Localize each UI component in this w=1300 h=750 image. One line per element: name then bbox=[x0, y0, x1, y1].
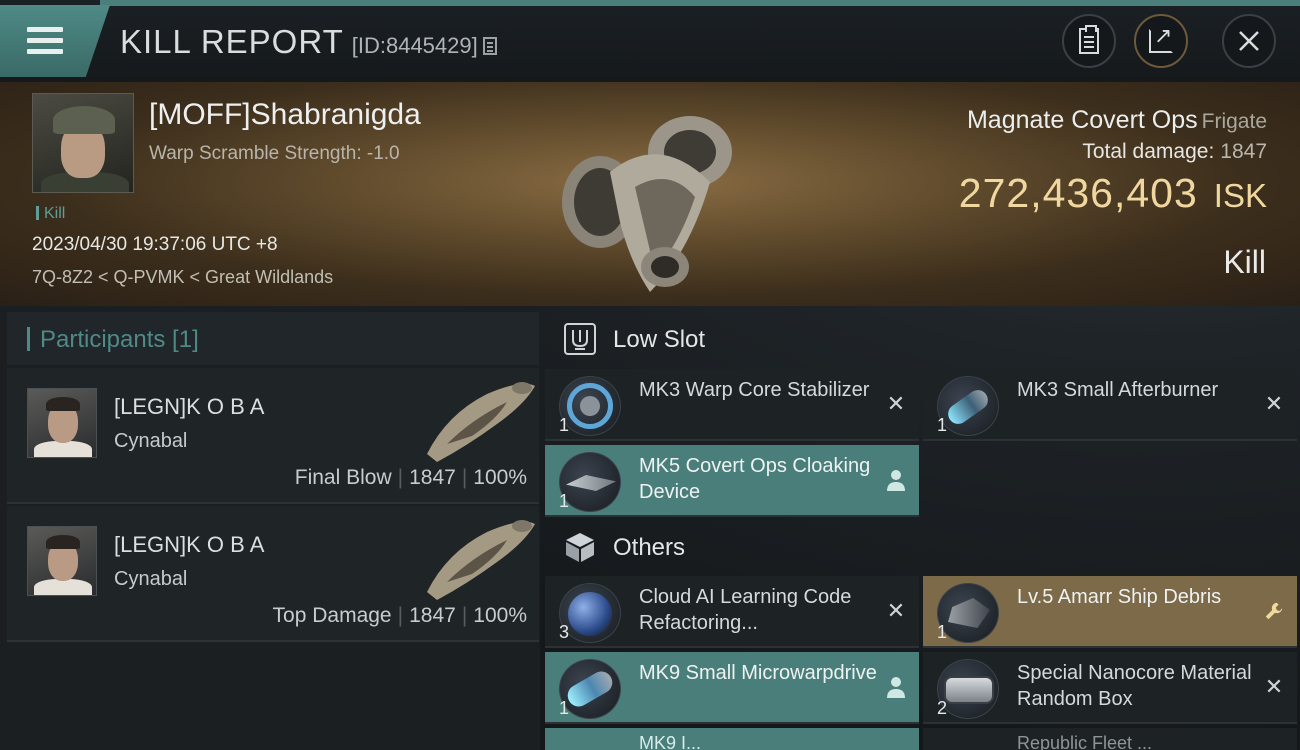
participant-card[interactable]: [LEGN]K O B A Cynabal Final Blow | 1847 | 10… bbox=[7, 368, 539, 504]
item-name: MK9 Small Microwarpdrive bbox=[639, 662, 877, 684]
menu-icon bbox=[27, 27, 63, 55]
ship-name-text: Magnate Covert Ops bbox=[966, 106, 1198, 134]
participant-stats: Final Blow | 1847 | 100% bbox=[294, 466, 527, 489]
share-icon bbox=[1149, 23, 1173, 53]
cube-icon bbox=[566, 533, 594, 562]
participant-percent: 100% bbox=[473, 466, 527, 489]
header-accent-line bbox=[100, 0, 1300, 6]
item-name: MK9 I... bbox=[639, 733, 702, 750]
kill-location[interactable]: 7Q-8Z2 < Q-PVMK < Great Wildlands bbox=[32, 267, 333, 288]
close-icon bbox=[1239, 31, 1259, 51]
item-slot[interactable]: 1 MK5 Covert Ops Cloaking Device bbox=[545, 445, 919, 517]
item-slot[interactable]: 1 MK9 Small Microwarpdrive bbox=[545, 652, 919, 724]
item-qty: 1 bbox=[937, 622, 948, 642]
participant-name: [LEGN]K O B A bbox=[114, 394, 265, 419]
participant-ship-image bbox=[427, 382, 535, 462]
low-slot-header: Low Slot bbox=[545, 312, 1300, 367]
clipboard-icon bbox=[1079, 25, 1099, 54]
wrench-icon bbox=[1265, 602, 1283, 620]
participants-label: Participants [1] bbox=[27, 326, 199, 354]
participant-ship: Cynabal bbox=[114, 430, 188, 452]
kill-result: Kill bbox=[1223, 244, 1266, 280]
item-qty: 1 bbox=[559, 698, 570, 718]
total-damage-label: Total damage: bbox=[1082, 140, 1215, 163]
item-slot[interactable]: 3 Cloud AI Learning Code Refactoring... … bbox=[545, 576, 919, 648]
participant-percent: 100% bbox=[473, 604, 527, 627]
kill-report-window: KILL REPORT [ID:8445429] [MOFF]Shabranigd… bbox=[0, 0, 1300, 750]
victim-name[interactable]: [MOFF]Shabranigda bbox=[149, 98, 421, 132]
low-slot-icon bbox=[564, 323, 596, 355]
participant-avatar bbox=[27, 388, 97, 458]
item-name: Cloud AI Learning Code Refactoring... bbox=[639, 586, 852, 634]
item-slot[interactable]: 2 Special Nanocore Material Random Box ✕ bbox=[923, 652, 1297, 724]
page-title-text: KILL REPORT bbox=[120, 23, 344, 60]
total-damage-value: 1847 bbox=[1220, 140, 1267, 163]
x-icon: ✕ bbox=[1264, 674, 1284, 699]
participant-card[interactable]: [LEGN]K O B A Cynabal Top Damage | 1847 | 10… bbox=[7, 506, 539, 642]
report-id: [ID:8445429] bbox=[351, 33, 478, 58]
victim-ship-image[interactable] bbox=[540, 92, 755, 297]
close-button[interactable] bbox=[1222, 14, 1276, 68]
participant-damage: 1847 bbox=[409, 604, 456, 627]
total-damage: Total damage: 1847 bbox=[1082, 140, 1267, 164]
victim-ship-name[interactable]: Magnate Covert Ops Frigate bbox=[967, 106, 1267, 135]
page-title: KILL REPORT [ID:8445429] bbox=[120, 22, 497, 66]
participant-ship: Cynabal bbox=[114, 568, 188, 590]
isk-unit: ISK bbox=[1213, 177, 1267, 214]
participants-header[interactable]: Participants [1] bbox=[7, 312, 539, 365]
person-icon bbox=[887, 677, 905, 698]
item-name: Lv.5 Amarr Ship Debris bbox=[1017, 586, 1222, 608]
clipboard-button[interactable] bbox=[1062, 14, 1116, 68]
item-name: MK3 Warp Core Stabilizer bbox=[639, 379, 870, 401]
item-name: Special Nanocore Material Random Box bbox=[1017, 662, 1252, 710]
item-slot[interactable]: 1 MK3 Warp Core Stabilizer ✕ bbox=[545, 369, 919, 441]
participant-damage: 1847 bbox=[409, 466, 456, 489]
participant-role: Final Blow bbox=[294, 466, 392, 489]
item-qty: 1 bbox=[937, 415, 948, 435]
item-name: MK5 Covert Ops Cloaking Device bbox=[639, 455, 871, 503]
x-icon: ✕ bbox=[886, 391, 906, 416]
person-icon bbox=[887, 470, 905, 491]
item-qty: 1 bbox=[559, 491, 570, 511]
ship-class: Frigate bbox=[1201, 110, 1267, 133]
isk-amount: 272,436,403 bbox=[958, 170, 1198, 216]
item-slot[interactable]: 1 MK3 Small Afterburner ✕ bbox=[923, 369, 1297, 441]
copy-id-icon[interactable] bbox=[482, 37, 497, 55]
item-qty: 3 bbox=[559, 622, 570, 642]
others-label: Others bbox=[613, 534, 686, 561]
item-slot[interactable]: 1 Lv.5 Amarr Ship Debris bbox=[923, 576, 1297, 648]
kill-tag: Kill bbox=[36, 205, 65, 223]
item-slot-partial[interactable]: Republic Fleet ... bbox=[923, 728, 1297, 750]
victim-avatar[interactable] bbox=[32, 93, 134, 193]
item-qty: 2 bbox=[937, 698, 948, 718]
x-icon: ✕ bbox=[1264, 391, 1284, 416]
share-button[interactable] bbox=[1134, 14, 1188, 68]
victim-stat: Warp Scramble Strength: -1.0 bbox=[149, 143, 400, 164]
participant-role: Top Damage bbox=[272, 604, 392, 627]
others-header: Others bbox=[545, 520, 1300, 575]
item-slot-partial[interactable]: MK9 I... bbox=[545, 728, 919, 750]
participant-avatar bbox=[27, 526, 97, 596]
item-qty: 1 bbox=[559, 415, 570, 435]
kill-datetime: 2023/04/30 19:37:06 UTC +8 bbox=[32, 234, 278, 255]
participant-name: [LEGN]K O B A bbox=[114, 532, 265, 557]
isk-value: 272,436,403 ISK bbox=[959, 170, 1267, 217]
x-icon: ✕ bbox=[886, 598, 906, 623]
participant-stats: Top Damage | 1847 | 100% bbox=[272, 604, 527, 627]
participant-ship-image bbox=[427, 520, 535, 600]
item-name: Republic Fleet ... bbox=[1017, 733, 1153, 750]
item-name: MK3 Small Afterburner bbox=[1017, 379, 1219, 401]
low-slot-label: Low Slot bbox=[613, 326, 706, 353]
